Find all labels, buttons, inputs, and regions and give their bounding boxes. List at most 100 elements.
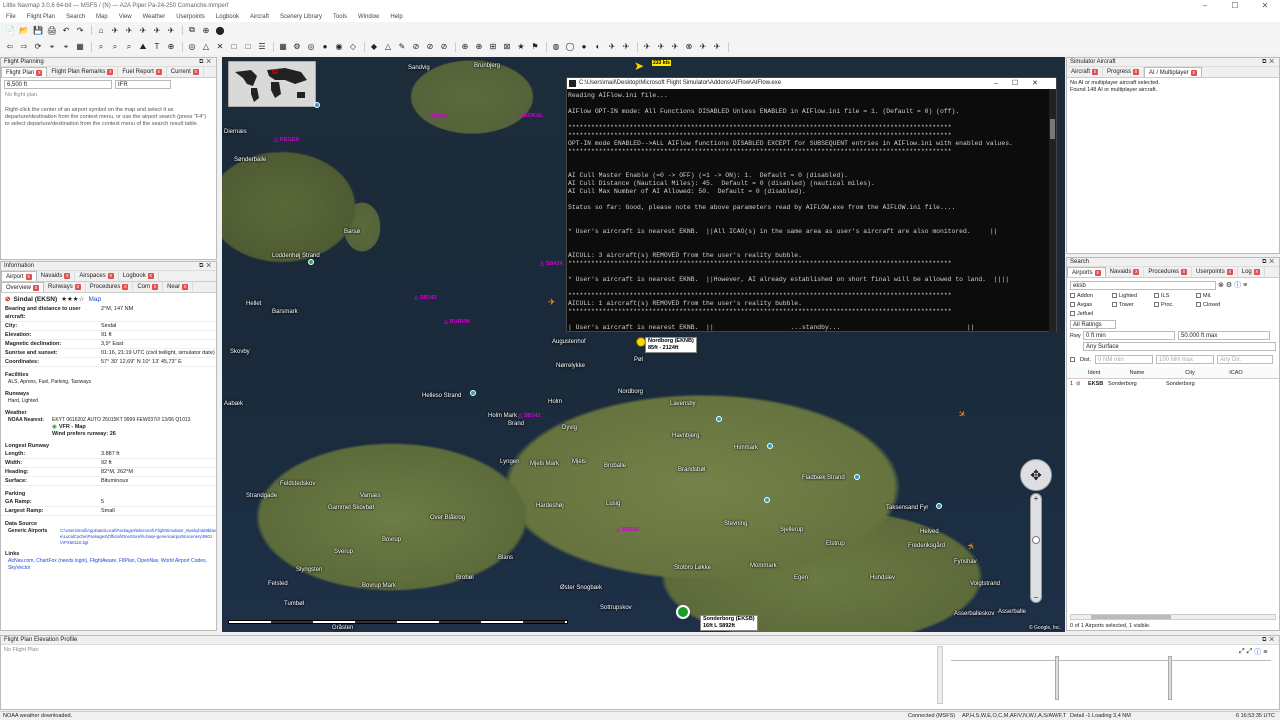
close-tab-icon[interactable]: x: [1253, 269, 1260, 275]
toolbar-button-icon[interactable]: ⌕: [109, 41, 121, 53]
tab-flight-plan-remarks[interactable]: Flight Plan Remarks x: [47, 67, 119, 77]
tab-near[interactable]: Near x: [163, 282, 194, 292]
tab-userpoints[interactable]: Userpoints x: [1192, 267, 1238, 277]
toolbar-button-icon[interactable]: ✈: [606, 41, 618, 53]
toolbar-button-icon[interactable]: ⧉: [186, 24, 198, 36]
toolbar-button-icon[interactable]: ▦: [74, 41, 86, 53]
checkbox[interactable]: [1070, 311, 1075, 316]
toolbar-button-icon[interactable]: ◐: [592, 41, 604, 53]
help-icon[interactable]: ⓘ: [1234, 280, 1241, 290]
toolbar-button-icon[interactable]: ⊕: [473, 41, 485, 53]
poi-marker[interactable]: [854, 474, 860, 480]
menu-scenery-library[interactable]: Scenery Library: [280, 12, 322, 22]
navaid-waypoint[interactable]: △ SB341: [518, 413, 541, 419]
toolbar-button-icon[interactable]: ◍: [550, 41, 562, 53]
toolbar-button-icon[interactable]: ◎: [305, 41, 317, 53]
toolbar-button-icon[interactable]: ⊠: [501, 41, 513, 53]
toolbar-button-icon[interactable]: ✈: [697, 41, 709, 53]
panel-controls-icon[interactable]: ⧉✕: [1262, 58, 1277, 67]
surface-select[interactable]: Any Surface: [1083, 342, 1276, 351]
toolbar-button-icon[interactable]: ✈: [137, 24, 149, 36]
airport-nordborg[interactable]: Nordborg (EKNB) 85ft - 2124ft: [636, 337, 697, 353]
toolbar-button-icon[interactable]: ⊗: [683, 41, 695, 53]
toolbar-button-icon[interactable]: ⊕: [200, 24, 212, 36]
menu-userpoints[interactable]: Userpoints: [176, 12, 205, 22]
console-scrollbar[interactable]: [1049, 89, 1056, 332]
poi-marker[interactable]: [936, 503, 942, 509]
tab-airspaces[interactable]: Airspaces x: [75, 271, 119, 281]
zoom-out-icon[interactable]: −: [1031, 593, 1041, 602]
toolbar-button-icon[interactable]: ✈: [109, 24, 121, 36]
distance-max-input[interactable]: 100 NM max: [1156, 355, 1214, 364]
checkbox[interactable]: [1112, 293, 1117, 298]
panel-controls-icon[interactable]: ⧉✕: [199, 58, 214, 67]
close-tab-icon[interactable]: x: [107, 69, 114, 75]
menu-logbook[interactable]: Logbook: [216, 12, 239, 22]
aiflow-console-window[interactable]: C:\Users\mail\Desktop\Microsoft Flight S…: [566, 77, 1057, 332]
menu-weather[interactable]: Weather: [143, 12, 166, 22]
tab-airports[interactable]: Airports x: [1067, 267, 1106, 277]
toolbar-button-icon[interactable]: ✈: [669, 41, 681, 53]
toolbar-button-icon[interactable]: 📄: [4, 24, 16, 36]
close-tab-icon[interactable]: x: [155, 69, 162, 75]
airport-sonderborg[interactable]: Sonderborg (EKSB) 16ft L 5892ft: [676, 605, 758, 631]
toolbar-button-icon[interactable]: ✎: [396, 41, 408, 53]
close-tab-icon[interactable]: x: [33, 284, 40, 291]
ai-aircraft-icon[interactable]: ✈: [955, 408, 968, 421]
toolbar-button-icon[interactable]: ✈: [165, 24, 177, 36]
tab-com[interactable]: Com x: [133, 282, 164, 292]
toolbar-button-icon[interactable]: □: [242, 41, 254, 53]
zoom-slider[interactable]: + −: [1030, 493, 1042, 603]
ai-aircraft-icon[interactable]: ✈: [965, 540, 978, 552]
tab-airport[interactable]: Airport x: [1, 271, 37, 281]
menu-aircraft[interactable]: Aircraft: [250, 12, 269, 22]
toolbar-button-icon[interactable]: ✈: [123, 24, 135, 36]
toolbar-button-icon[interactable]: ↶: [60, 24, 72, 36]
poi-marker[interactable]: [470, 390, 476, 396]
panel-controls-icon[interactable]: ⧉✕: [199, 262, 214, 271]
toolbar-button-icon[interactable]: ✈: [151, 24, 163, 36]
toolbar-button-icon[interactable]: ✈: [711, 41, 723, 53]
toolbar-button-icon[interactable]: ✕: [214, 41, 226, 53]
toolbar-button-icon[interactable]: ⚑: [529, 41, 541, 53]
navaid-waypoint[interactable]: △ SB143: [414, 295, 437, 301]
toolbar-button-icon[interactable]: ☰: [256, 41, 268, 53]
filter-lighted[interactable]: Lighted: [1112, 292, 1154, 301]
toolbar-button-icon[interactable]: T: [151, 41, 163, 53]
toolbar-button-icon[interactable]: ✈: [655, 41, 667, 53]
profile-scrollbar[interactable]: [937, 646, 943, 704]
table-row[interactable]: 1 ⊘ EKSB Sonderborg Sonderborg: [1067, 379, 1279, 389]
search-input[interactable]: eksb: [1070, 280, 1216, 290]
toolbar-button-icon[interactable]: ⬤: [214, 24, 226, 36]
external-links[interactable]: AirNav.com, ChartFox (needs login), Flig…: [1, 558, 216, 572]
filter-closed[interactable]: Closed: [1196, 301, 1238, 310]
ratings-select[interactable]: All Ratings: [1070, 320, 1116, 329]
toolbar-button-icon[interactable]: ◯: [564, 41, 576, 53]
overview-map[interactable]: [228, 61, 316, 107]
close-icon[interactable]: ✕: [1250, 0, 1280, 12]
zoom-handle[interactable]: [1168, 656, 1172, 700]
toolbar-button-icon[interactable]: ⌖: [60, 41, 72, 53]
poi-marker[interactable]: [314, 102, 320, 108]
menu-file[interactable]: File: [6, 12, 16, 22]
tab-procedures[interactable]: Procedures x: [1144, 267, 1193, 277]
close-tab-icon[interactable]: x: [74, 284, 81, 290]
tab-overview[interactable]: Overview x: [1, 282, 45, 292]
toolbar-button-icon[interactable]: ⊘: [410, 41, 422, 53]
toolbar-button-icon[interactable]: ●: [319, 41, 331, 53]
menu-flight-plan[interactable]: Flight Plan: [27, 12, 55, 22]
vfr-text[interactable]: VFR - Map: [59, 424, 86, 431]
checkbox[interactable]: [1112, 302, 1117, 307]
toolbar-button-icon[interactable]: ⚙: [291, 41, 303, 53]
zoom-handle[interactable]: [1055, 656, 1059, 700]
tab-current[interactable]: Current x: [167, 67, 204, 77]
toolbar-button-icon[interactable]: ⌕: [95, 41, 107, 53]
checkbox[interactable]: [1196, 302, 1201, 307]
filter-addon[interactable]: Addon: [1070, 292, 1112, 301]
toolbar-button-icon[interactable]: ⛰: [137, 41, 149, 53]
ai-aircraft-icon[interactable]: ✈: [548, 297, 556, 308]
checkbox[interactable]: [1154, 293, 1159, 298]
close-tab-icon[interactable]: x: [182, 284, 189, 290]
poi-marker[interactable]: [767, 443, 773, 449]
close-tab-icon[interactable]: x: [1181, 269, 1188, 275]
